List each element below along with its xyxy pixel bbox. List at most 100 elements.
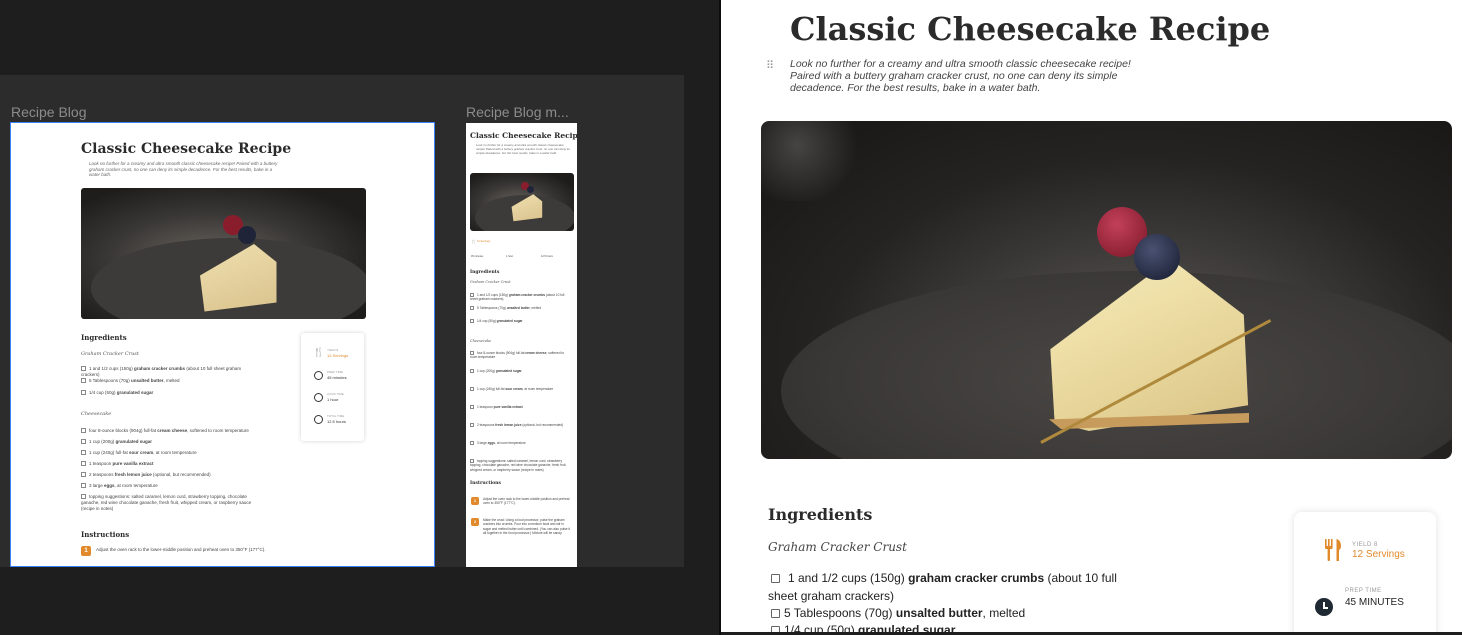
- mini-ingredient-row: 1 and 1/2 cups (150g) graham cracker cru…: [470, 293, 565, 302]
- mini-ingredient-row: 1 cup (240g) full-fat sour cream, at roo…: [81, 450, 256, 456]
- yield-value: 12 Servings: [1352, 549, 1405, 560]
- mini-ingredient-checkbox[interactable]: [470, 423, 474, 427]
- recipe-info-card: YIELD 8 12 Servings PREP TIME 45 MINUTES: [1294, 512, 1436, 632]
- mini-cook-label: COOK TIME: [327, 392, 344, 396]
- mini-ingredient-row: 1 cup (240g) full-fat sour cream, at roo…: [470, 387, 572, 391]
- mobile-recipe-description: Look no further for a creamy and ultra s…: [476, 143, 570, 155]
- mini-ingredient-checkbox[interactable]: [470, 441, 474, 445]
- prep-label: PREP TIME: [1345, 588, 1382, 594]
- mobile-crust-heading: Graham Cracker Crust: [470, 280, 511, 284]
- mini-ingredient-row: 2 teaspoons fresh lemon juice (optional,…: [81, 472, 256, 478]
- preview-panel[interactable]: Classic Cheesecake Recipe ⠿ Look no furt…: [721, 0, 1462, 632]
- ingredient-checkbox[interactable]: [771, 574, 780, 583]
- mini-ingredient-row: 5 Tablespoons (70g) unsalted butter, mel…: [470, 306, 572, 310]
- mobile-prep-value: 45 minutes: [471, 255, 484, 258]
- mini-instructions-heading: Instructions: [81, 530, 130, 539]
- mini-ingredient-checkbox[interactable]: [470, 405, 474, 409]
- mini-cheesecake-heading: Cheesecake: [81, 411, 112, 417]
- mini-ingredient-row: topping suggestions: salted caramel, lem…: [81, 494, 252, 512]
- mini-total-value: 12.5 hours: [327, 419, 346, 424]
- mini-clock-icon: [314, 371, 323, 380]
- mini-yield-value: 12 Servings: [327, 353, 349, 358]
- blueberry: [1134, 234, 1180, 280]
- mini-ingredient-checkbox[interactable]: [470, 369, 474, 373]
- mini-ingredient-row: four 8-ounce blocks (904g) full-fat crea…: [81, 428, 256, 434]
- mini-ingredient-checkbox[interactable]: [81, 494, 86, 499]
- fork-knife-icon: [1325, 539, 1342, 561]
- mobile-step-text-1: Adjust the oven rack to the lower-middle…: [483, 497, 570, 506]
- mini-ingredient-checkbox[interactable]: [81, 472, 86, 477]
- mobile-yield-value: 12 Servings: [477, 240, 491, 243]
- mobile-total-value: 12.5 hours: [541, 255, 553, 258]
- mini-ingredient-row: topping suggestions: salted caramel, lem…: [470, 459, 567, 472]
- mobile-instructions-heading: Instructions: [470, 481, 501, 486]
- mini-ingredient-row: 2 teaspoons fresh lemon juice (optional,…: [470, 423, 572, 427]
- mobile-fork-knife-icon: 🍴: [471, 239, 476, 244]
- mini-cook-value: 1 hour: [327, 397, 339, 402]
- hero-image: [761, 121, 1452, 459]
- desktop-frame[interactable]: Classic Cheesecake Recipe Look no furthe…: [10, 122, 435, 567]
- mini-ingredient-row: four 8-ounce blocks (904g) full-fat crea…: [470, 351, 565, 360]
- clock-icon: [1315, 598, 1333, 616]
- ingredients-heading: Ingredients: [768, 505, 873, 524]
- mobile-hero-image: [470, 173, 574, 231]
- design-canvas[interactable]: Recipe Blog Recipe Blog m... Classic Che…: [0, 0, 719, 635]
- page-title: Classic Cheesecake Recipe: [790, 10, 1271, 48]
- mini-recipe-description: Look no further for a creamy and ultra s…: [89, 161, 278, 177]
- mini-ingredient-checkbox[interactable]: [81, 483, 86, 488]
- ingredient-row: 5 Tablespoons (70g) unsalted butter, mel…: [768, 604, 1148, 622]
- mini-ingredient-checkbox[interactable]: [470, 387, 474, 391]
- crust-heading: Graham Cracker Crust: [768, 540, 907, 554]
- mini-total-label: TOTAL TIME: [327, 414, 345, 418]
- mini-hero-image: [81, 188, 366, 319]
- mini-yield-label: YIELD 8: [327, 348, 339, 352]
- mini-ingredient-row: 3 large eggs, at room temperature: [470, 441, 572, 445]
- mini-ingredient-checkbox[interactable]: [470, 319, 474, 323]
- mini-ingredients-heading: Ingredients: [81, 333, 127, 342]
- mobile-step-number-2: 2: [471, 518, 479, 526]
- mini-ingredient-checkbox[interactable]: [81, 450, 86, 455]
- ingredient-row: 1 and 1/2 cups (150g) graham cracker cru…: [768, 571, 1117, 603]
- mini-ingredient-row: 1 teaspoon pure vanilla extract: [81, 461, 256, 467]
- mini-ingredient-row: 1/4 cup (50g) granulated sugar: [470, 319, 572, 323]
- mobile-frame[interactable]: Classic Cheesecake Recipe Look no furthe…: [466, 123, 577, 567]
- drag-handle-icon[interactable]: ⠿: [766, 60, 778, 72]
- frame-label-desktop[interactable]: Recipe Blog: [11, 104, 87, 120]
- mini-ingredient-row: 3 large eggs, at room temperature: [81, 483, 256, 489]
- mini-ingredient-row: 1 teaspoon pure vanilla extract: [470, 405, 572, 409]
- mobile-step-number-1: 1: [471, 497, 479, 505]
- mini-step-number: 1: [81, 546, 91, 556]
- ingredient-checkbox[interactable]: [771, 609, 780, 618]
- yield-label: YIELD 8: [1352, 542, 1378, 548]
- mobile-cook-value: 1 hour: [506, 255, 514, 258]
- mini-ingredient-checkbox[interactable]: [470, 306, 474, 310]
- mini-ingredient-row: 1 and 1/2 cups (150g) graham cracker cru…: [81, 366, 242, 378]
- mini-info-card: 🍴 YIELD 8 12 Servings PREP TIME 45 minut…: [301, 333, 364, 441]
- mini-fork-knife-icon: 🍴: [313, 347, 325, 357]
- recipe-description: Look no further for a creamy and ultra s…: [790, 58, 1131, 94]
- mobile-cheesecake-heading: Cheesecake: [470, 339, 492, 343]
- mini-prep-value: 45 minutes: [327, 375, 347, 380]
- mini-step-text: Adjust the oven rack to the lower-middle…: [96, 547, 266, 552]
- mini-clock-icon: [314, 415, 323, 424]
- mini-ingredient-row: 1 cup (200g) granulated sugar: [470, 369, 572, 373]
- prep-time-value: 45 MINUTES: [1345, 597, 1404, 608]
- ingredient-row: 1/4 cup (50g) granulated sugar: [768, 621, 1148, 632]
- mobile-recipe-title: Classic Cheesecake Recipe: [470, 131, 577, 140]
- mobile-ingredients-heading: Ingredients: [470, 270, 500, 275]
- mini-ingredient-checkbox[interactable]: [81, 390, 86, 395]
- mini-recipe-title: Classic Cheesecake Recipe: [81, 141, 292, 157]
- mini-ingredient-row: 1 cup (200g) granulated sugar: [81, 439, 256, 445]
- mini-ingredient-checkbox[interactable]: [81, 366, 86, 371]
- mini-ingredient-row: 5 Tablespoons (70g) unsalted butter, mel…: [81, 378, 256, 384]
- mini-prep-label: PREP TIME: [327, 370, 344, 374]
- mini-clock-icon: [314, 393, 323, 402]
- mini-crust-heading: Graham Cracker Crust: [81, 351, 139, 357]
- mini-ingredient-row: 1/4 cup (50g) granulated sugar: [81, 390, 256, 396]
- mobile-step-text-2: Make the crust: Using a food processor, …: [483, 518, 571, 535]
- mini-ingredient-checkbox[interactable]: [81, 461, 86, 466]
- mini-ingredient-checkbox[interactable]: [81, 378, 86, 383]
- mini-ingredient-checkbox[interactable]: [81, 428, 86, 433]
- frame-label-mobile[interactable]: Recipe Blog m...: [466, 104, 569, 120]
- mini-ingredient-checkbox[interactable]: [81, 439, 86, 444]
